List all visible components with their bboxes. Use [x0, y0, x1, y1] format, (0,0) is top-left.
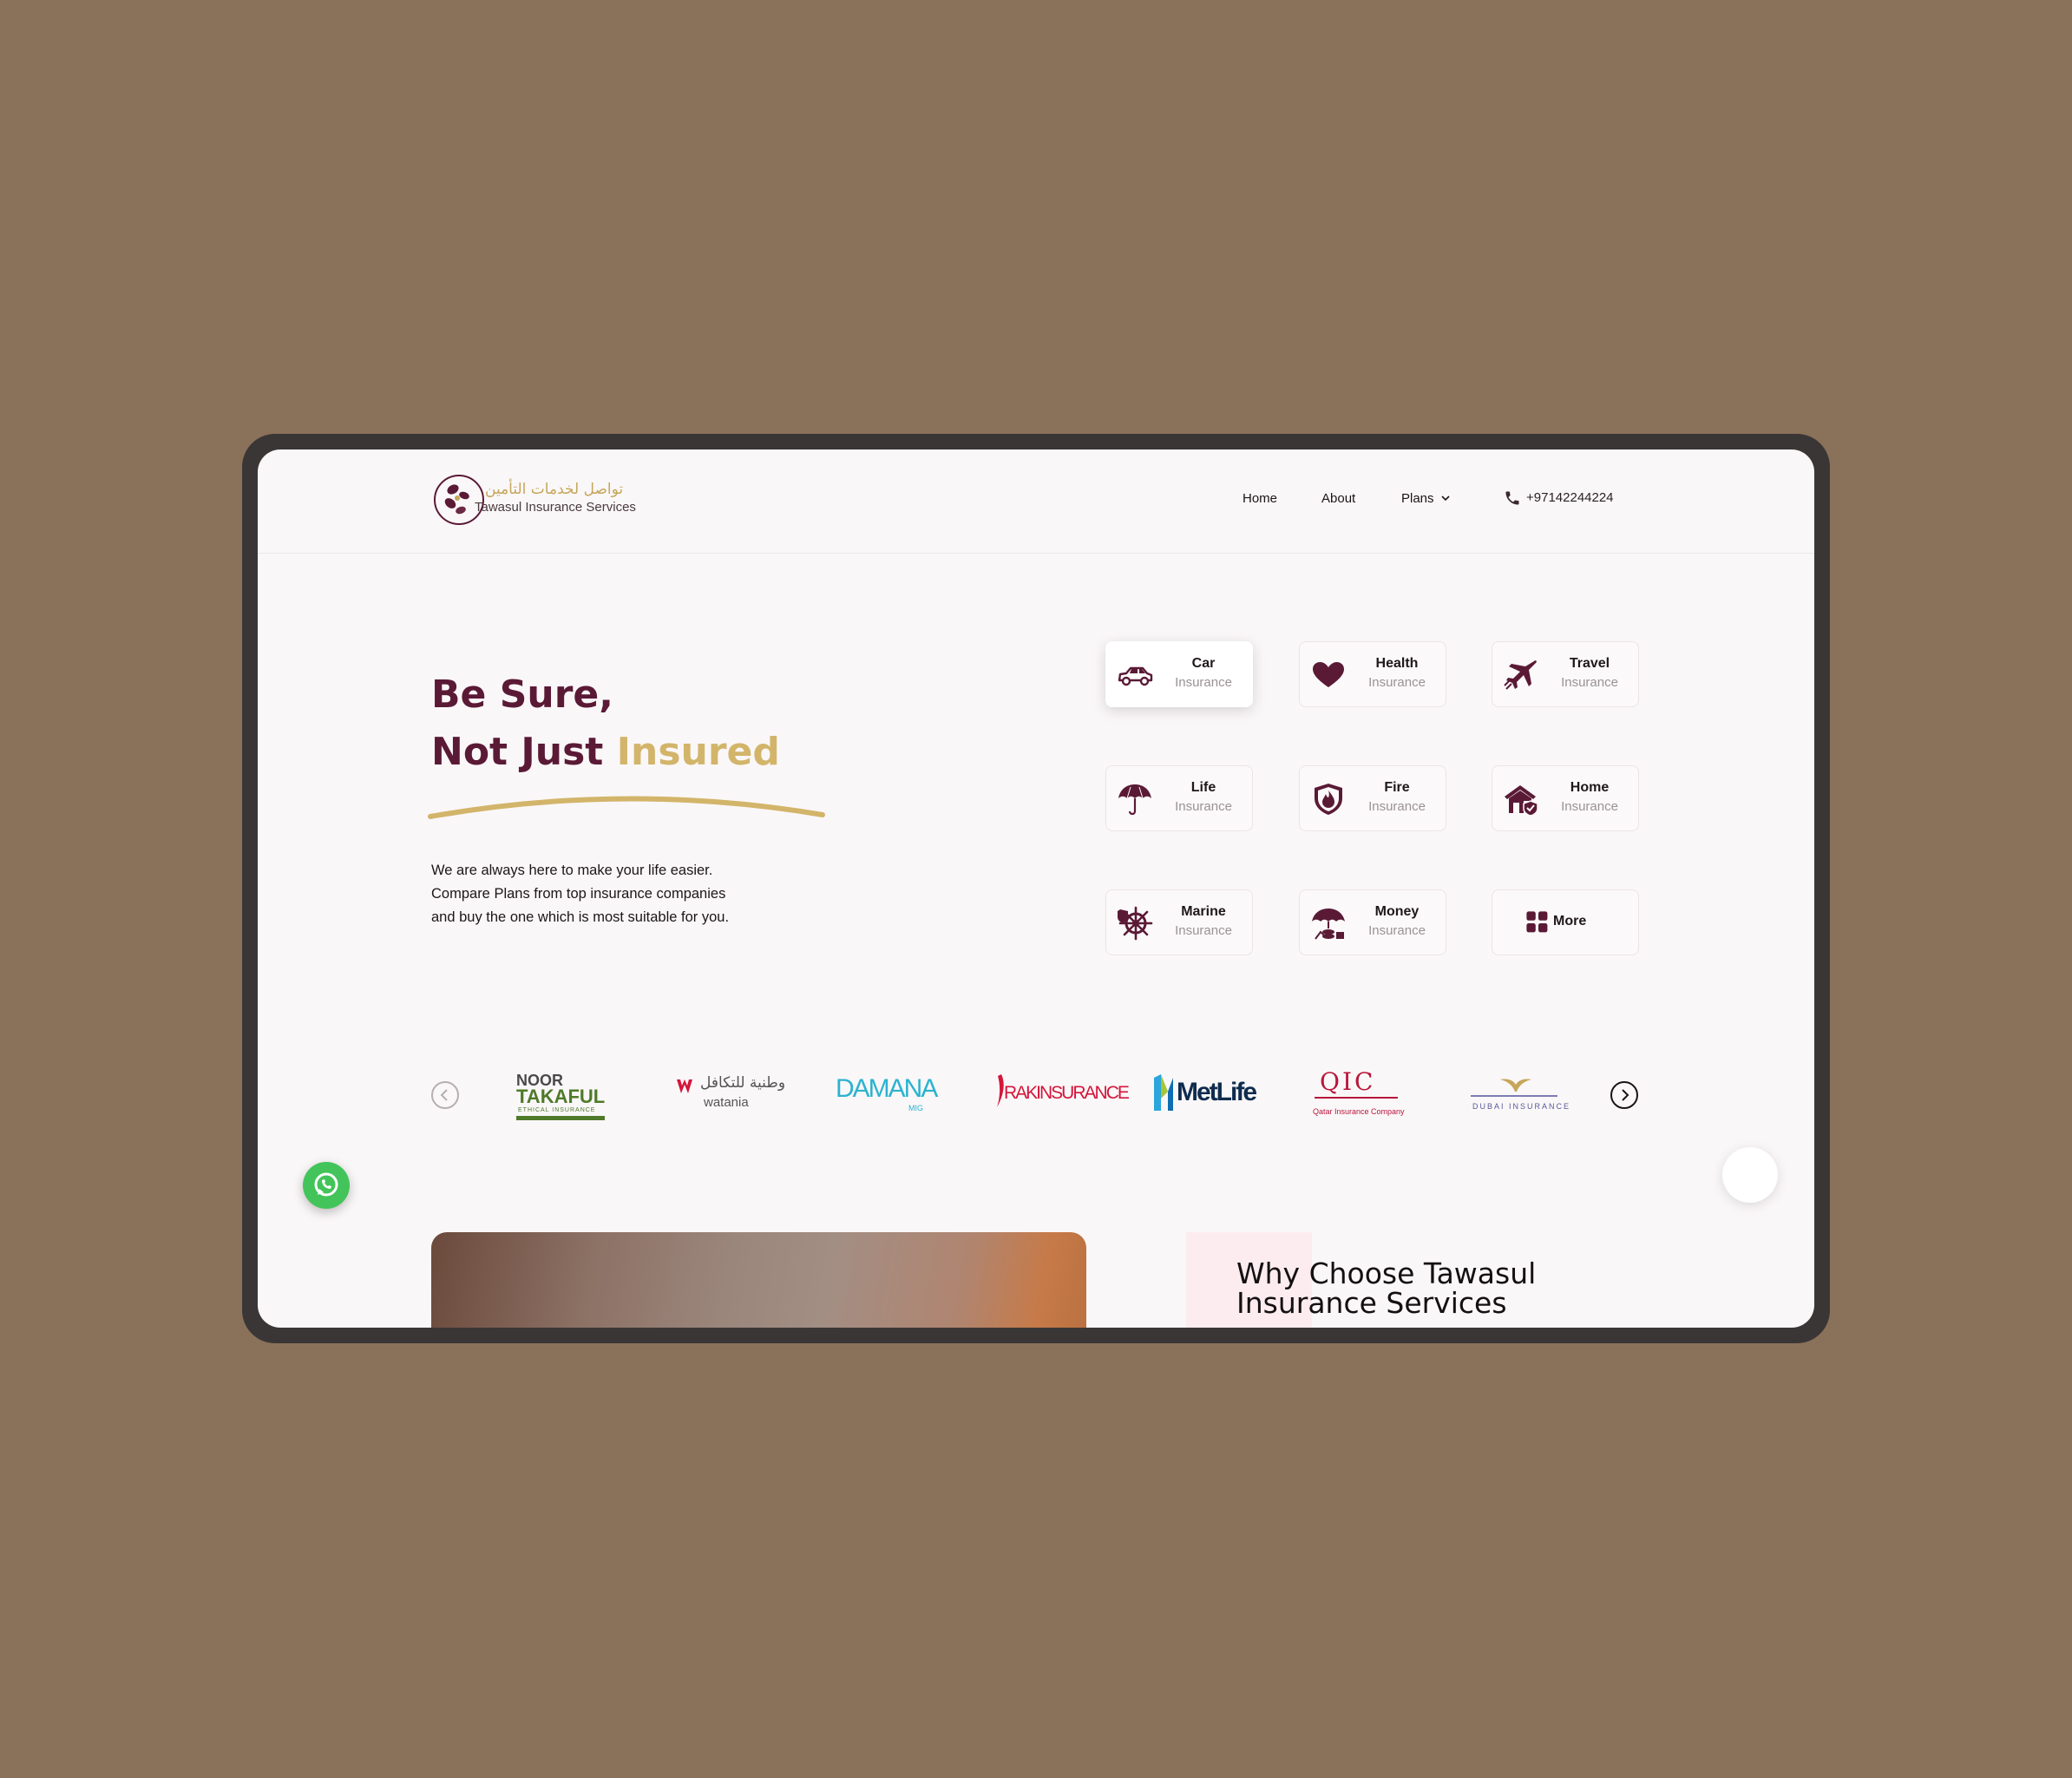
dubai-falcon-icon: [1500, 1079, 1531, 1092]
nav-plans[interactable]: Plans: [1401, 491, 1451, 506]
phone-number: +97142244224: [1526, 489, 1614, 505]
site-logo[interactable]: تواصل لخدمات التأمين Tawasul Insurance S…: [431, 472, 639, 529]
feature-photo: [431, 1232, 1086, 1328]
card-car-subtitle: Insurance: [1175, 675, 1232, 690]
card-home-subtitle: Insurance: [1561, 799, 1618, 814]
hero-text-line3: and buy the one which is most suitable f…: [431, 909, 730, 925]
heart-icon: [1313, 662, 1344, 687]
why-title-line2: Insurance Services: [1236, 1286, 1507, 1320]
site-header: تواصل لخدمات التأمين Tawasul Insurance S…: [258, 449, 1814, 554]
whatsapp-icon: [314, 1172, 338, 1197]
chevron-right-icon: [1622, 1089, 1629, 1101]
ship-wheel-icon: [1118, 906, 1153, 941]
card-travel-subtitle: Insurance: [1561, 675, 1618, 690]
hero-title-line2: Not Just Insured: [431, 724, 780, 781]
damana-text: DAMANA: [836, 1074, 938, 1103]
metlife-text: MetLife: [1177, 1078, 1257, 1106]
noor-sub-text: ETHICAL INSURANCE: [518, 1107, 596, 1113]
chevron-left-icon: [440, 1089, 448, 1101]
chevron-down-icon: [1441, 495, 1450, 502]
card-fire-title: Fire: [1384, 780, 1410, 795]
carousel-next-button[interactable]: [1610, 1081, 1638, 1109]
card-marine-subtitle: Insurance: [1175, 923, 1232, 938]
hero-underline-swoosh: [428, 796, 825, 819]
logo-arabic-text: تواصل لخدمات التأمين: [485, 481, 624, 498]
whatsapp-button[interactable]: [303, 1162, 350, 1209]
card-home-title: Home: [1570, 780, 1610, 795]
noor-underline: [516, 1116, 605, 1120]
card-more-title: More: [1553, 914, 1587, 928]
partner-damana: DAMANA MIG: [836, 1073, 938, 1125]
partner-metlife: MetLife: [1152, 1073, 1257, 1125]
card-more[interactable]: More: [1492, 889, 1639, 955]
hero-title: Be Sure, Not Just Insured: [431, 666, 780, 781]
carousel-prev-button[interactable]: [431, 1081, 459, 1109]
nav-plans-label: Plans: [1401, 491, 1434, 506]
takaful-text: TAKAFUL: [516, 1086, 606, 1107]
partner-watania: وطنية للتكافل watania: [676, 1073, 785, 1125]
nav-about[interactable]: About: [1321, 491, 1355, 506]
card-car-insurance[interactable]: Car Insurance: [1105, 641, 1253, 707]
phone-icon: [1505, 491, 1519, 505]
phone-link[interactable]: +97142244224: [1504, 489, 1614, 507]
watania-w-icon: [677, 1079, 692, 1093]
partner-qic: QIC Qatar Insurance Company: [1311, 1067, 1406, 1125]
why-title-line1: Why Choose Tawasul: [1236, 1256, 1537, 1290]
grid-icon: [1526, 911, 1548, 933]
dubai-text: DUBAI INSURANCE: [1472, 1102, 1571, 1111]
card-money-title: Money: [1374, 904, 1420, 919]
fire-shield-icon: [1315, 784, 1342, 815]
card-life-title: Life: [1190, 780, 1216, 795]
qic-divider: [1315, 1097, 1398, 1099]
hero-text-line2: Compare Plans from top insurance compani…: [431, 886, 726, 902]
watania-english: watania: [704, 1095, 749, 1110]
why-choose-title: Why Choose Tawasul Insurance Services: [1236, 1259, 1536, 1318]
money-umbrella-icon: [1312, 909, 1345, 940]
card-money-subtitle: Insurance: [1368, 923, 1426, 938]
card-car-title: Car: [1191, 656, 1216, 671]
floating-action-button[interactable]: [1722, 1147, 1778, 1203]
card-money-insurance[interactable]: Money Insurance: [1299, 889, 1446, 955]
metlife-m-icon: [1154, 1074, 1173, 1111]
nav-home[interactable]: Home: [1243, 491, 1277, 506]
airplane-icon: [1504, 660, 1537, 690]
dubai-divider: [1471, 1095, 1557, 1097]
damana-sub-text: MIG: [908, 1104, 923, 1112]
device-frame: تواصل لخدمات التأمين Tawasul Insurance S…: [242, 434, 1830, 1343]
card-travel-title: Travel: [1569, 656, 1610, 671]
card-health-subtitle: Insurance: [1368, 675, 1426, 690]
browser-screen: تواصل لخدمات التأمين Tawasul Insurance S…: [258, 449, 1814, 1328]
card-life-subtitle: Insurance: [1175, 799, 1232, 814]
house-shield-icon: [1505, 785, 1538, 817]
qic-sub-text: Qatar Insurance Company: [1313, 1107, 1405, 1116]
partner-noor-takaful: NOOR TAKAFUL ETHICAL INSURANCE: [515, 1073, 610, 1125]
hero-title-line1: Be Sure,: [431, 672, 613, 717]
logo-english-text: Tawasul Insurance Services: [475, 500, 636, 515]
card-travel-insurance[interactable]: Travel Insurance: [1492, 641, 1639, 707]
partner-rak-insurance: RAKINSURANCE: [993, 1073, 1130, 1125]
hero-text-line1: We are always here to make your life eas…: [431, 863, 713, 878]
partner-dubai-insurance: DUBAI INSURANCE: [1469, 1073, 1569, 1125]
card-fire-subtitle: Insurance: [1368, 799, 1426, 814]
card-marine-insurance[interactable]: Marine Insurance: [1105, 889, 1253, 955]
hero-description: We are always here to make your life eas…: [431, 859, 796, 929]
card-health-insurance[interactable]: Health Insurance: [1299, 641, 1446, 707]
rak-text: RAKINSURANCE: [1004, 1083, 1130, 1103]
umbrella-icon: [1118, 784, 1151, 816]
hero-title-line2-b: Insured: [616, 730, 780, 774]
card-life-insurance[interactable]: Life Insurance: [1105, 765, 1253, 831]
hero-title-line2-a: Not Just: [431, 730, 617, 774]
qic-text: QIC: [1320, 1067, 1376, 1096]
card-fire-insurance[interactable]: Fire Insurance: [1299, 765, 1446, 831]
car-icon: [1118, 666, 1153, 686]
card-health-title: Health: [1375, 656, 1419, 671]
card-home-insurance[interactable]: Home Insurance: [1492, 765, 1639, 831]
card-marine-title: Marine: [1181, 904, 1226, 919]
watania-arabic: وطنية للتكافل: [700, 1074, 786, 1092]
